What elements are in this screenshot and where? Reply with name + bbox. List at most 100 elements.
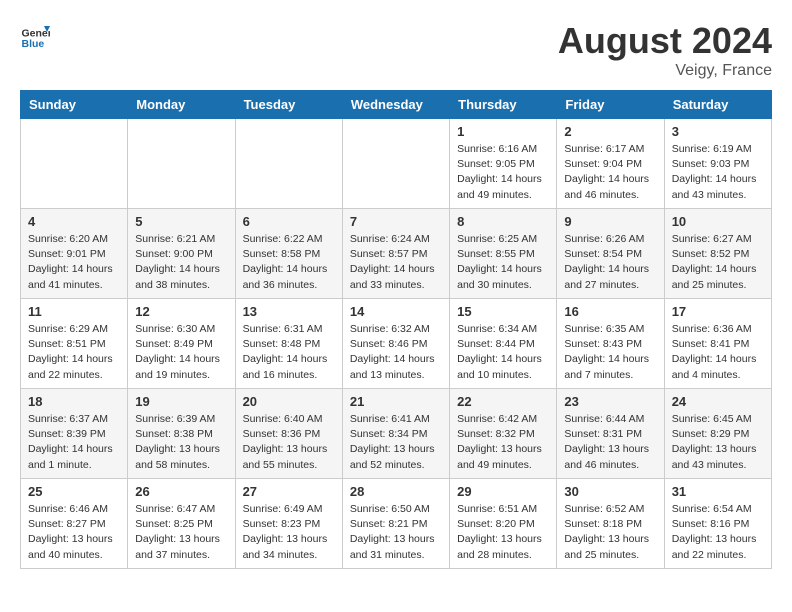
day-cell: 31 Sunrise: 6:54 AM Sunset: 8:16 PM Dayli…	[664, 479, 771, 569]
logo-icon: General Blue	[20, 20, 50, 50]
day-info: Sunrise: 6:41 AM Sunset: 8:34 PM Dayligh…	[350, 412, 442, 473]
day-info: Sunrise: 6:37 AM Sunset: 8:39 PM Dayligh…	[28, 412, 120, 473]
day-number: 29	[457, 484, 549, 499]
day-number: 13	[243, 304, 335, 319]
day-cell	[128, 119, 235, 209]
day-number: 28	[350, 484, 442, 499]
day-info: Sunrise: 6:36 AM Sunset: 8:41 PM Dayligh…	[672, 322, 764, 383]
day-info: Sunrise: 6:42 AM Sunset: 8:32 PM Dayligh…	[457, 412, 549, 473]
day-info: Sunrise: 6:29 AM Sunset: 8:51 PM Dayligh…	[28, 322, 120, 383]
col-header-thursday: Thursday	[450, 91, 557, 119]
day-info: Sunrise: 6:44 AM Sunset: 8:31 PM Dayligh…	[564, 412, 656, 473]
day-info: Sunrise: 6:20 AM Sunset: 9:01 PM Dayligh…	[28, 232, 120, 293]
day-cell: 7Sunrise: 6:24 AM Sunset: 8:57 PM Daylig…	[342, 209, 449, 299]
day-number: 2	[564, 124, 656, 139]
day-cell: 11 Sunrise: 6:29 AM Sunset: 8:51 PM Dayli…	[21, 299, 128, 389]
day-info: Sunrise: 6:34 AM Sunset: 8:44 PM Dayligh…	[457, 322, 549, 383]
day-cell: 12 Sunrise: 6:30 AM Sunset: 8:49 PM Dayli…	[128, 299, 235, 389]
day-number: 6	[243, 214, 335, 229]
day-cell: 19Sunrise: 6:39 AM Sunset: 8:38 PM Dayli…	[128, 389, 235, 479]
day-cell: 29 Sunrise: 6:51 AM Sunset: 8:20 PM Dayli…	[450, 479, 557, 569]
day-info: Sunrise: 6:31 AM Sunset: 8:48 PM Dayligh…	[243, 322, 335, 383]
day-number: 1	[457, 124, 549, 139]
day-info: Sunrise: 6:50 AM Sunset: 8:21 PM Dayligh…	[350, 502, 442, 563]
day-cell: 5 Sunrise: 6:21 AM Sunset: 9:00 PM Daylig…	[128, 209, 235, 299]
day-cell: 27Sunrise: 6:49 AM Sunset: 8:23 PM Dayli…	[235, 479, 342, 569]
day-cell: 8 Sunrise: 6:25 AM Sunset: 8:55 PM Daylig…	[450, 209, 557, 299]
day-info: Sunrise: 6:16 AM Sunset: 9:05 PM Dayligh…	[457, 142, 549, 203]
day-number: 21	[350, 394, 442, 409]
col-header-saturday: Saturday	[664, 91, 771, 119]
day-cell: 20 Sunrise: 6:40 AM Sunset: 8:36 PM Dayli…	[235, 389, 342, 479]
week-row-4: 18Sunrise: 6:37 AM Sunset: 8:39 PM Dayli…	[21, 389, 772, 479]
day-cell	[235, 119, 342, 209]
day-info: Sunrise: 6:46 AM Sunset: 8:27 PM Dayligh…	[28, 502, 120, 563]
day-number: 30	[564, 484, 656, 499]
col-header-monday: Monday	[128, 91, 235, 119]
day-number: 27	[243, 484, 335, 499]
day-cell: 18Sunrise: 6:37 AM Sunset: 8:39 PM Dayli…	[21, 389, 128, 479]
day-number: 16	[564, 304, 656, 319]
day-info: Sunrise: 6:17 AM Sunset: 9:04 PM Dayligh…	[564, 142, 656, 203]
day-cell: 10 Sunrise: 6:27 AM Sunset: 8:52 PM Dayli…	[664, 209, 771, 299]
day-cell: 16 Sunrise: 6:35 AM Sunset: 8:43 PM Dayli…	[557, 299, 664, 389]
day-info: Sunrise: 6:30 AM Sunset: 8:49 PM Dayligh…	[135, 322, 227, 383]
day-number: 31	[672, 484, 764, 499]
day-number: 11	[28, 304, 120, 319]
day-cell: 28 Sunrise: 6:50 AM Sunset: 8:21 PM Dayli…	[342, 479, 449, 569]
day-info: Sunrise: 6:51 AM Sunset: 8:20 PM Dayligh…	[457, 502, 549, 563]
day-number: 8	[457, 214, 549, 229]
day-number: 3	[672, 124, 764, 139]
day-cell: 25 Sunrise: 6:46 AM Sunset: 8:27 PM Dayli…	[21, 479, 128, 569]
day-number: 24	[672, 394, 764, 409]
day-info: Sunrise: 6:32 AM Sunset: 8:46 PM Dayligh…	[350, 322, 442, 383]
day-info: Sunrise: 6:27 AM Sunset: 8:52 PM Dayligh…	[672, 232, 764, 293]
day-number: 4	[28, 214, 120, 229]
logo: General Blue	[20, 20, 50, 50]
day-cell: 3 Sunrise: 6:19 AM Sunset: 9:03 PM Daylig…	[664, 119, 771, 209]
day-number: 23	[564, 394, 656, 409]
header: General Blue August 2024 Veigy, France	[20, 20, 772, 80]
day-number: 25	[28, 484, 120, 499]
day-info: Sunrise: 6:19 AM Sunset: 9:03 PM Dayligh…	[672, 142, 764, 203]
day-cell	[342, 119, 449, 209]
month-year: August 2024	[558, 20, 772, 62]
day-cell: 2 Sunrise: 6:17 AM Sunset: 9:04 PM Daylig…	[557, 119, 664, 209]
week-row-2: 4 Sunrise: 6:20 AM Sunset: 9:01 PM Daylig…	[21, 209, 772, 299]
day-number: 14	[350, 304, 442, 319]
day-number: 15	[457, 304, 549, 319]
day-cell: 1 Sunrise: 6:16 AM Sunset: 9:05 PM Daylig…	[450, 119, 557, 209]
day-info: Sunrise: 6:39 AM Sunset: 8:38 PM Dayligh…	[135, 412, 227, 473]
day-cell: 24 Sunrise: 6:45 AM Sunset: 8:29 PM Dayli…	[664, 389, 771, 479]
day-cell: 6Sunrise: 6:22 AM Sunset: 8:58 PM Daylig…	[235, 209, 342, 299]
day-info: Sunrise: 6:35 AM Sunset: 8:43 PM Dayligh…	[564, 322, 656, 383]
day-number: 26	[135, 484, 227, 499]
week-row-3: 11 Sunrise: 6:29 AM Sunset: 8:51 PM Dayli…	[21, 299, 772, 389]
day-info: Sunrise: 6:54 AM Sunset: 8:16 PM Dayligh…	[672, 502, 764, 563]
day-cell	[21, 119, 128, 209]
day-cell: 22Sunrise: 6:42 AM Sunset: 8:32 PM Dayli…	[450, 389, 557, 479]
header-row: SundayMondayTuesdayWednesdayThursdayFrid…	[21, 91, 772, 119]
day-cell: 15 Sunrise: 6:34 AM Sunset: 8:44 PM Dayli…	[450, 299, 557, 389]
day-info: Sunrise: 6:45 AM Sunset: 8:29 PM Dayligh…	[672, 412, 764, 473]
day-number: 20	[243, 394, 335, 409]
calendar-table: SundayMondayTuesdayWednesdayThursdayFrid…	[20, 90, 772, 569]
day-cell: 13 Sunrise: 6:31 AM Sunset: 8:48 PM Dayli…	[235, 299, 342, 389]
day-info: Sunrise: 6:21 AM Sunset: 9:00 PM Dayligh…	[135, 232, 227, 293]
day-info: Sunrise: 6:25 AM Sunset: 8:55 PM Dayligh…	[457, 232, 549, 293]
day-info: Sunrise: 6:47 AM Sunset: 8:25 PM Dayligh…	[135, 502, 227, 563]
title-area: August 2024 Veigy, France	[558, 20, 772, 80]
day-number: 10	[672, 214, 764, 229]
location: Veigy, France	[558, 62, 772, 80]
day-cell: 26 Sunrise: 6:47 AM Sunset: 8:25 PM Dayli…	[128, 479, 235, 569]
day-info: Sunrise: 6:40 AM Sunset: 8:36 PM Dayligh…	[243, 412, 335, 473]
day-info: Sunrise: 6:24 AM Sunset: 8:57 PM Dayligh…	[350, 232, 442, 293]
day-number: 12	[135, 304, 227, 319]
day-number: 5	[135, 214, 227, 229]
day-cell: 9Sunrise: 6:26 AM Sunset: 8:54 PM Daylig…	[557, 209, 664, 299]
day-cell: 23 Sunrise: 6:44 AM Sunset: 8:31 PM Dayli…	[557, 389, 664, 479]
week-row-5: 25 Sunrise: 6:46 AM Sunset: 8:27 PM Dayli…	[21, 479, 772, 569]
day-info: Sunrise: 6:26 AM Sunset: 8:54 PM Dayligh…	[564, 232, 656, 293]
svg-text:Blue: Blue	[22, 38, 45, 50]
day-cell: 14 Sunrise: 6:32 AM Sunset: 8:46 PM Dayli…	[342, 299, 449, 389]
